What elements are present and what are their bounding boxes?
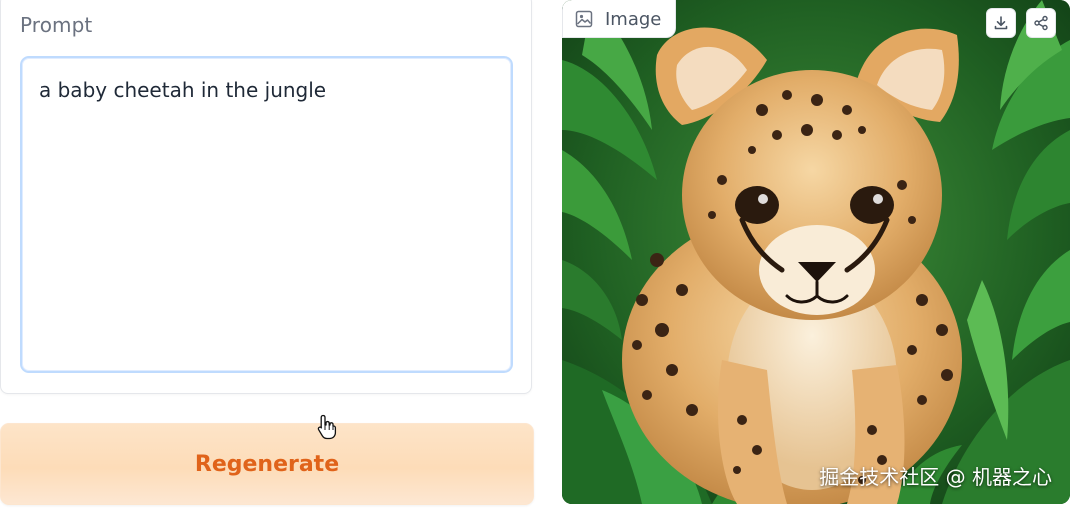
image-output-panel: Image 掘金技术社区 @ 机器之心 [562, 0, 1070, 504]
watermark-text: 掘金技术社区 @ 机器之心 [819, 465, 1052, 489]
hand-cursor-icon [317, 414, 337, 440]
generated-image [562, 0, 1070, 504]
share-button[interactable] [1026, 8, 1056, 38]
share-icon [1034, 15, 1048, 31]
download-icon [994, 16, 1008, 30]
image-icon [575, 10, 593, 28]
regenerate-label: Regenerate [194, 451, 340, 477]
image-label: Image [605, 8, 662, 30]
prompt-block: Prompt [0, 0, 532, 394]
download-button[interactable] [986, 8, 1016, 38]
prompt-label: Prompt [20, 13, 93, 37]
app-root: Prompt Regenerate [0, 0, 1079, 510]
regenerate-button[interactable]: Regenerate [0, 423, 534, 505]
prompt-textarea[interactable] [20, 56, 513, 373]
image-label-tag: Image [562, 0, 677, 38]
